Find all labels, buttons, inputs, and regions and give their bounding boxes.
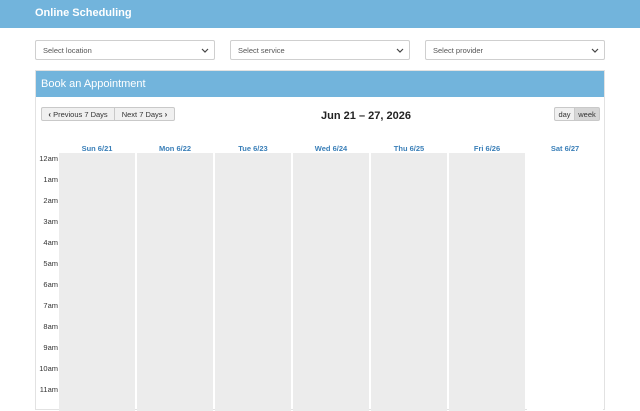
hour-label: 5am bbox=[43, 259, 58, 268]
service-select[interactable]: Select service bbox=[230, 40, 410, 60]
chevron-down-icon bbox=[396, 48, 404, 53]
location-select[interactable]: Select location bbox=[35, 40, 215, 60]
day-header: Tue 6/23 bbox=[238, 144, 268, 153]
day-header: Fri 6/26 bbox=[473, 144, 501, 153]
hour-label: 10am bbox=[39, 364, 58, 373]
hour-label: 9am bbox=[43, 343, 58, 352]
day-view-button[interactable]: day bbox=[554, 107, 575, 121]
chevron-down-icon bbox=[591, 48, 599, 53]
day-column[interactable] bbox=[215, 153, 291, 411]
previous-week-label: Previous 7 Days bbox=[53, 110, 108, 119]
next-week-label: Next 7 Days bbox=[121, 110, 163, 119]
hour-label: 11am bbox=[39, 385, 58, 394]
panel-header: Book an Appointment bbox=[36, 71, 604, 97]
day-header: Thu 6/25 bbox=[393, 144, 425, 153]
panel-title: Book an Appointment bbox=[41, 78, 146, 90]
service-select-value: Select service bbox=[238, 46, 285, 55]
day-column[interactable] bbox=[371, 153, 447, 411]
day-header: Sun 6/21 bbox=[81, 144, 113, 153]
top-bar: Online Scheduling bbox=[0, 0, 640, 28]
chevron-left-icon: ‹ bbox=[48, 110, 51, 119]
hour-label: 12am bbox=[39, 154, 58, 163]
day-column[interactable] bbox=[59, 153, 135, 411]
week-view-label: week bbox=[578, 110, 596, 119]
hour-label: 2am bbox=[43, 196, 58, 205]
location-select-value: Select location bbox=[43, 46, 92, 55]
hour-label: 6am bbox=[43, 280, 58, 289]
previous-week-button[interactable]: ‹ Previous 7 Days bbox=[41, 107, 115, 121]
chevron-down-icon bbox=[201, 48, 209, 53]
day-view-label: day bbox=[558, 110, 571, 119]
hour-label: 7am bbox=[43, 301, 58, 310]
day-header: Sat 6/27 bbox=[550, 144, 580, 153]
provider-select-value: Select provider bbox=[433, 46, 484, 55]
next-week-button[interactable]: Next 7 Days › bbox=[114, 107, 175, 121]
hour-label: 4am bbox=[43, 238, 58, 247]
day-column[interactable] bbox=[293, 153, 369, 411]
provider-select[interactable]: Select provider bbox=[425, 40, 605, 60]
booking-panel: Book an Appointment ‹ Previous 7 Days Ne… bbox=[35, 70, 605, 411]
hour-label: 1am bbox=[43, 175, 58, 184]
date-range-title: Jun 21 – 27, 2026 bbox=[321, 110, 411, 122]
hour-label: 8am bbox=[43, 322, 58, 331]
day-column[interactable] bbox=[527, 153, 603, 411]
app-title: Online Scheduling bbox=[35, 7, 132, 19]
week-view-button[interactable]: week bbox=[574, 107, 600, 121]
day-header: Wed 6/24 bbox=[314, 144, 348, 153]
day-column[interactable] bbox=[449, 153, 525, 411]
hour-label: 3am bbox=[43, 217, 58, 226]
day-column[interactable] bbox=[137, 153, 213, 411]
chevron-right-icon: › bbox=[164, 110, 168, 119]
day-header: Mon 6/22 bbox=[158, 144, 192, 153]
